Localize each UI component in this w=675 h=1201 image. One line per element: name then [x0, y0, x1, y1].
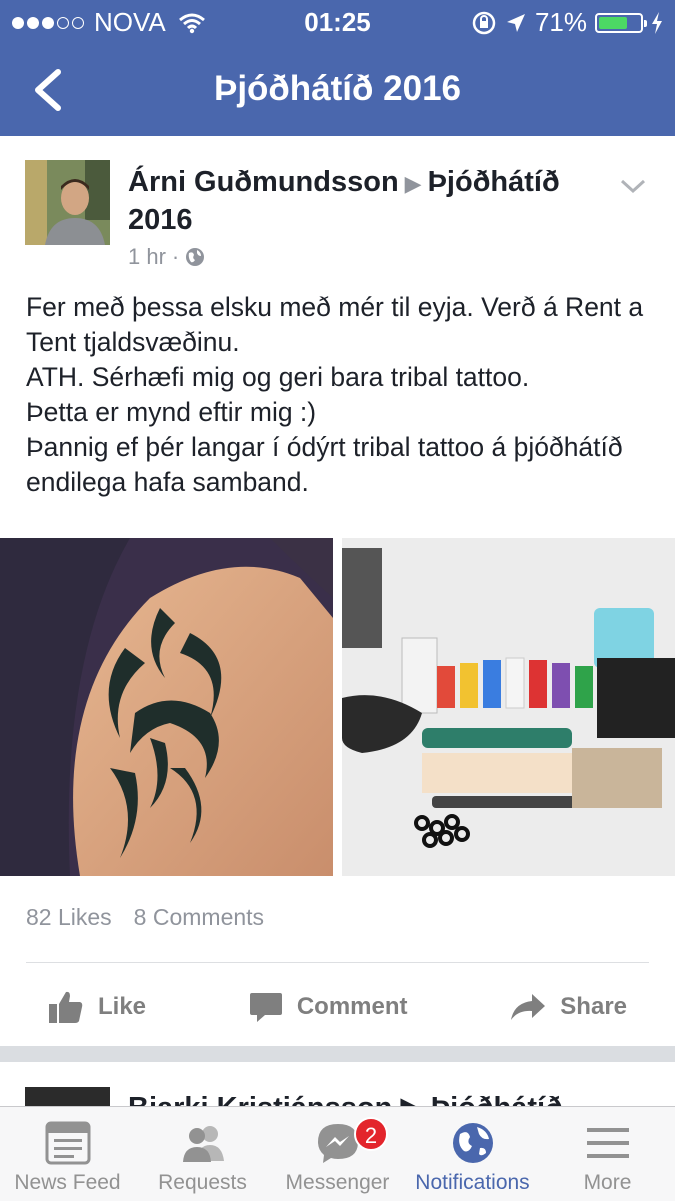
tab-label: More	[583, 1171, 632, 1194]
next-post-avatar[interactable]	[25, 1087, 110, 1108]
thumbs-up-icon	[49, 991, 83, 1023]
comment-button[interactable]: Comment	[249, 982, 408, 1032]
news-feed-icon	[45, 1121, 90, 1165]
public-globe-icon	[186, 248, 205, 266]
next-post-preview[interactable]: Bjarki Kristjánsson ▶ Þjóðhátíð	[0, 1062, 675, 1108]
share-button[interactable]: Share	[510, 982, 627, 1032]
tattoo-photo[interactable]	[0, 538, 333, 876]
post-actions: Like Comment Share	[0, 982, 675, 1032]
shared-to-arrow-icon: ▶	[404, 171, 422, 196]
meta-separator: ·	[171, 244, 180, 269]
feed-separator	[0, 1046, 675, 1062]
rotation-lock-icon	[472, 11, 496, 34]
tab-bar: News Feed Requests 2 Messenger Notificat…	[0, 1106, 675, 1201]
post-line: Þannig ef þér langar í ódýrt tribal tatt…	[26, 432, 623, 497]
tattoo-kit-photo[interactable]	[342, 538, 675, 876]
like-button[interactable]: Like	[48, 982, 146, 1032]
tab-messenger[interactable]: 2 Messenger	[270, 1107, 405, 1201]
friend-requests-icon	[182, 1126, 224, 1162]
tab-more[interactable]: More	[540, 1107, 675, 1201]
author-name[interactable]: Árni Guðmundsson	[128, 166, 399, 198]
divider	[26, 962, 649, 963]
page-title: Þjóðhátíð 2016	[213, 69, 462, 108]
share-arrow-icon	[511, 994, 546, 1020]
tab-label: News Feed	[14, 1171, 121, 1194]
navigation-bar: Þjóðhátíð 2016	[0, 44, 675, 136]
tab-news-feed[interactable]: News Feed	[0, 1107, 135, 1201]
likes-count[interactable]: 82 Likes	[26, 904, 112, 931]
post-line: ATH. Sérhæfi mig og geri bara tribal tat…	[26, 362, 530, 392]
battery-percent: 71%	[534, 7, 587, 37]
post-time[interactable]: 1 hr	[128, 244, 166, 270]
tab-label: Messenger	[285, 1171, 390, 1194]
feed-post: Árni Guðmundsson ▶ Þjóðhátíð 2016 1 hr · F…	[0, 136, 675, 1046]
post-options-chevron-icon[interactable]	[620, 176, 646, 196]
tab-notifications[interactable]: Notifications	[405, 1107, 540, 1201]
battery-icon	[595, 12, 647, 33]
post-stats: 82 Likes 8 Comments	[26, 904, 264, 931]
avatar-photo	[25, 160, 110, 245]
post-line: Fer með þessa elsku með mér til eyja. Ve…	[26, 292, 644, 357]
tab-label: Requests	[158, 1171, 247, 1194]
tab-requests[interactable]: Requests	[135, 1107, 270, 1201]
author-avatar[interactable]	[25, 160, 110, 245]
hamburger-icon	[586, 1128, 629, 1158]
post-body: Fer með þessa elsku með mér til eyja. Ve…	[26, 290, 656, 500]
comment-label: Comment	[296, 993, 408, 1020]
like-label: Like	[98, 993, 147, 1020]
comments-count[interactable]: 8 Comments	[134, 904, 264, 931]
comment-bubble-icon	[249, 993, 282, 1022]
location-arrow-icon	[506, 13, 525, 32]
globe-icon	[452, 1123, 493, 1163]
charging-bolt-icon	[652, 11, 662, 34]
status-bar: NOVA 01:25 71%	[0, 0, 675, 44]
tab-label: Notifications	[415, 1171, 530, 1194]
messenger-badge: 2	[354, 1117, 388, 1151]
post-line: Þetta er mynd eftir mig :)	[26, 397, 317, 427]
share-label: Share	[560, 993, 627, 1020]
messenger-icon	[317, 1124, 358, 1163]
post-author-line: Árni Guðmundsson ▶ Þjóðhátíð 2016	[128, 164, 608, 238]
post-meta: 1 hr ·	[128, 244, 205, 270]
